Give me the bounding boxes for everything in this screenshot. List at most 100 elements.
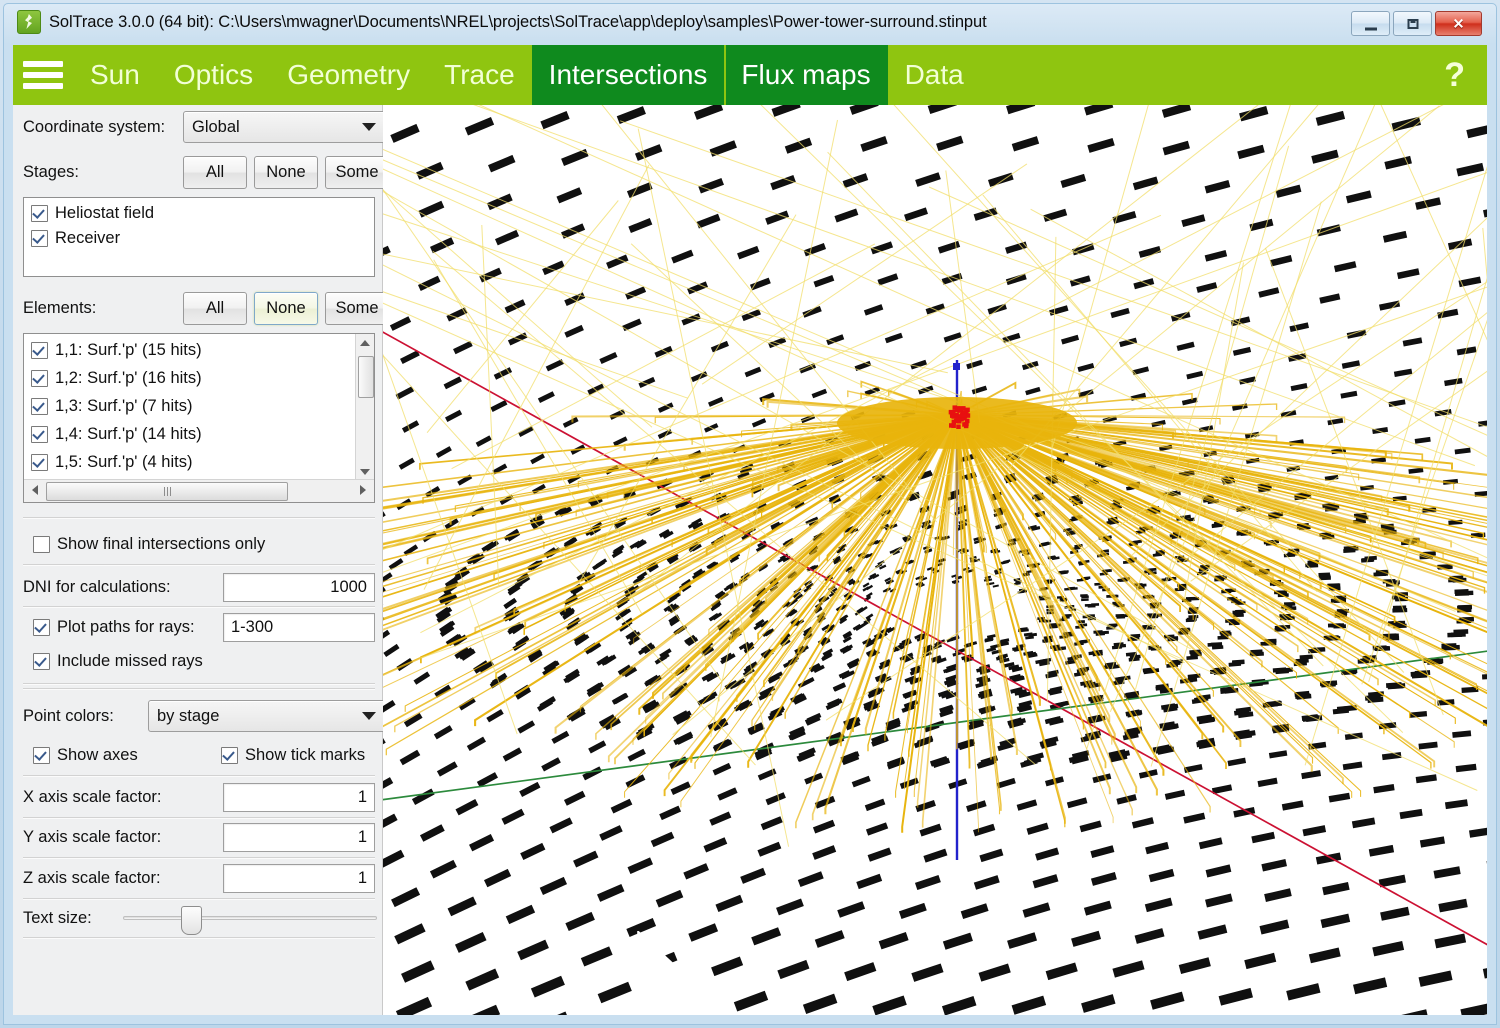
dni-input[interactable]: 1000 — [223, 573, 375, 602]
tab-sun[interactable]: Sun — [73, 45, 157, 105]
checkbox-icon[interactable] — [33, 536, 50, 553]
stages-listbox[interactable]: Heliostat field Receiver — [23, 197, 375, 277]
divider — [23, 817, 375, 818]
vertical-scroll-thumb[interactable] — [358, 356, 374, 398]
text-size-row: Text size: — [13, 905, 403, 931]
checkbox-icon[interactable] — [31, 370, 48, 387]
plot-paths-label: Plot paths for rays: — [57, 618, 195, 637]
stages-some-button[interactable]: Some — [325, 156, 389, 189]
tab-optics[interactable]: Optics — [157, 45, 270, 105]
show-axes-checkbox[interactable]: Show axes — [33, 746, 138, 765]
show-final-intersections-label: Show final intersections only — [57, 535, 265, 554]
elements-list-item[interactable]: 1,4: Surf.'p' (14 hits) — [24, 422, 355, 447]
elements-listbox[interactable]: 1,1: Surf.'p' (15 hits) 1,2: Surf.'p' (1… — [23, 333, 375, 503]
heliostat-point — [1212, 645, 1223, 649]
text-size-label: Text size: — [23, 909, 123, 928]
tab-geometry[interactable]: Geometry — [270, 45, 427, 105]
plot-paths-input[interactable]: 1-300 — [223, 613, 375, 642]
plot-canvas[interactable] — [383, 105, 1487, 1015]
elements-some-button[interactable]: Some — [325, 292, 389, 325]
show-tick-marks-checkbox[interactable]: Show tick marks — [221, 746, 365, 765]
tab-trace[interactable]: Trace — [427, 45, 532, 105]
plot-paths-checkbox[interactable]: Plot paths for rays: — [33, 618, 233, 637]
point-colors-label: Point colors: — [23, 707, 148, 726]
elements-list-item[interactable]: 1,5: Surf.'p' (4 hits) — [24, 450, 355, 475]
content-area: Coordinate system: Global Stages: All No… — [13, 105, 1487, 1015]
divider — [23, 606, 375, 607]
scroll-up-icon[interactable] — [356, 334, 374, 351]
text-size-slider[interactable] — [123, 905, 377, 931]
minimize-button[interactable] — [1351, 11, 1390, 36]
checkbox-icon[interactable] — [33, 619, 50, 636]
stages-all-button[interactable]: All — [183, 156, 247, 189]
checkbox-icon[interactable] — [31, 426, 48, 443]
receiver-point — [961, 406, 966, 411]
hamburger-icon[interactable] — [13, 45, 73, 105]
elements-horizontal-scrollbar[interactable] — [24, 479, 374, 502]
stages-none-button[interactable]: None — [254, 156, 318, 189]
elements-none-button[interactable]: None — [254, 292, 318, 325]
help-icon[interactable]: ? — [1422, 45, 1487, 105]
elements-item-label: 1,1: Surf.'p' (15 hits) — [55, 341, 202, 360]
heliostat-point — [1482, 674, 1487, 680]
close-button[interactable]: ✕ — [1435, 11, 1482, 36]
stages-item-label: Heliostat field — [55, 204, 154, 223]
stages-list-item[interactable]: Heliostat field — [24, 201, 374, 226]
divider — [23, 564, 375, 565]
horizontal-scroll-thumb[interactable] — [46, 482, 288, 501]
minimize-icon — [1365, 27, 1377, 30]
heliostat-point — [1447, 632, 1462, 637]
tab-data[interactable]: Data — [888, 45, 981, 105]
coordinate-system-row: Coordinate system: Global — [13, 111, 403, 143]
checkbox-icon[interactable] — [33, 747, 50, 764]
heliostat-point — [1175, 588, 1184, 591]
checkbox-icon[interactable] — [31, 342, 48, 359]
scroll-right-icon[interactable] — [353, 480, 373, 500]
slider-track — [123, 916, 377, 920]
elements-list-item[interactable]: 1,2: Surf.'p' (16 hits) — [24, 366, 355, 391]
include-missed-rays-checkbox[interactable]: Include missed rays — [33, 652, 203, 671]
scroll-down-icon[interactable] — [356, 463, 374, 480]
z-scale-input[interactable]: 1 — [223, 864, 375, 893]
elements-list-item[interactable]: 1,3: Surf.'p' (7 hits) — [24, 394, 355, 419]
tab-intersections[interactable]: Intersections — [532, 45, 725, 105]
point-colors-select[interactable]: by stage — [148, 700, 387, 732]
checkbox-icon[interactable] — [31, 454, 48, 471]
heliostat-point — [1459, 591, 1473, 596]
receiver-point — [951, 414, 956, 419]
elements-list-item[interactable]: 1,1: Surf.'p' (15 hits) — [24, 338, 355, 363]
point-colors-row: Point colors: by stage — [13, 700, 403, 732]
x-scale-input[interactable]: 1 — [223, 783, 375, 812]
stages-row: Stages: All None Some — [13, 156, 403, 189]
checkbox-icon[interactable] — [221, 747, 238, 764]
show-final-intersections-checkbox[interactable]: Show final intersections only — [33, 535, 265, 554]
elements-item-label: 1,4: Surf.'p' (14 hits) — [55, 425, 202, 444]
settings-panel: Coordinate system: Global Stages: All No… — [13, 105, 383, 1015]
checkbox-icon[interactable] — [31, 205, 48, 222]
heliostat-point — [1080, 594, 1088, 597]
y-scale-row: Y axis scale factor: 1 — [13, 823, 403, 852]
x-scale-label: X axis scale factor: — [23, 788, 223, 807]
maximize-button[interactable] — [1393, 11, 1432, 36]
receiver-point — [956, 425, 961, 430]
coordinate-system-select[interactable]: Global — [183, 111, 387, 143]
checkbox-icon[interactable] — [33, 653, 50, 670]
receiver-point — [964, 424, 969, 429]
checkbox-icon[interactable] — [31, 398, 48, 415]
stages-list-item[interactable]: Receiver — [24, 226, 374, 251]
tab-flux-maps[interactable]: Flux maps — [724, 45, 887, 105]
heliostat-point — [1343, 548, 1355, 553]
coordinate-system-value: Global — [184, 118, 240, 137]
window-title: SolTrace 3.0.0 (64 bit): C:\Users\mwagne… — [49, 13, 987, 32]
elements-all-button[interactable]: All — [183, 292, 247, 325]
heliostat-point — [1091, 603, 1099, 606]
elements-vertical-scrollbar[interactable] — [355, 334, 374, 480]
elements-row: Elements: All None Some — [13, 292, 403, 325]
heliostat-point — [1318, 572, 1330, 576]
slider-thumb[interactable] — [181, 906, 202, 935]
y-scale-input[interactable]: 1 — [223, 823, 375, 852]
intersections-plot[interactable] — [383, 105, 1487, 1015]
heliostat-point — [1081, 598, 1089, 601]
scroll-left-icon[interactable] — [25, 480, 45, 500]
checkbox-icon[interactable] — [31, 230, 48, 247]
